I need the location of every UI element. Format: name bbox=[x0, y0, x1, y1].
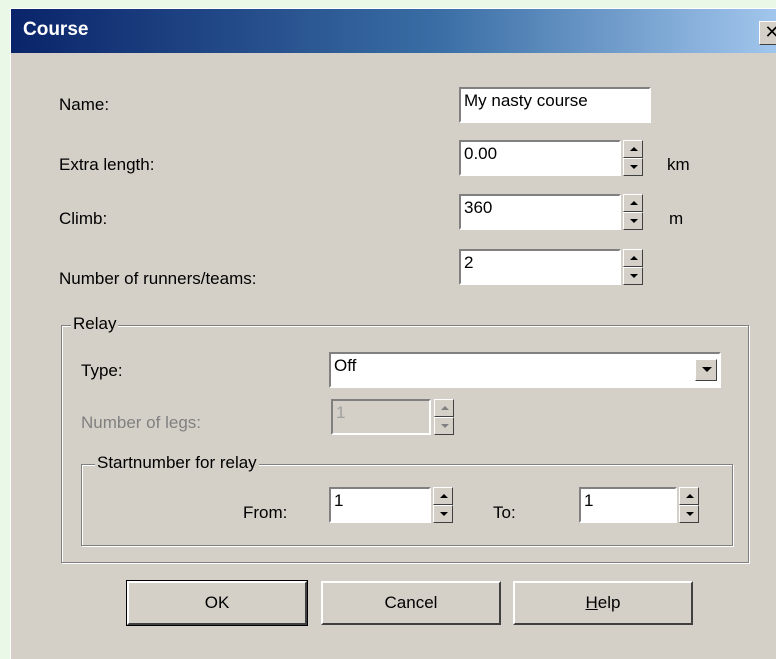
spin-up-button bbox=[434, 399, 454, 417]
runners-label: Number of runners/teams: bbox=[59, 269, 257, 288]
from-input[interactable]: 1 bbox=[329, 487, 431, 523]
to-input[interactable]: 1 bbox=[579, 487, 677, 523]
triangle-up-icon bbox=[686, 494, 694, 498]
window-title: Course bbox=[23, 19, 89, 40]
spin-down-button[interactable] bbox=[679, 505, 699, 523]
close-button[interactable]: ✕ bbox=[759, 21, 776, 45]
to-spinner[interactable] bbox=[679, 487, 699, 523]
runners-spinner[interactable] bbox=[623, 249, 643, 285]
triangle-up-icon bbox=[630, 147, 638, 151]
spin-up-button[interactable] bbox=[623, 194, 643, 212]
extra-length-spinner[interactable] bbox=[623, 140, 643, 176]
triangle-down-icon bbox=[630, 274, 638, 278]
cancel-button[interactable]: Cancel bbox=[321, 581, 501, 625]
name-label: Name: bbox=[59, 95, 110, 114]
course-dialog: Course ✕ Name: My nasty course Extra len… bbox=[10, 8, 776, 659]
close-icon: ✕ bbox=[764, 22, 776, 42]
ok-button[interactable]: OK bbox=[126, 580, 308, 626]
climb-unit: m bbox=[669, 209, 684, 228]
from-spinner[interactable] bbox=[433, 487, 453, 523]
spin-up-button[interactable] bbox=[623, 249, 643, 267]
relay-legs-input: 1 bbox=[331, 399, 431, 435]
extra-length-unit: km bbox=[667, 155, 690, 174]
runners-input[interactable]: 2 bbox=[459, 249, 621, 285]
help-button[interactable]: Help bbox=[513, 581, 693, 625]
triangle-down-icon bbox=[686, 512, 694, 516]
triangle-down-icon bbox=[630, 219, 638, 223]
relay-legs-spinner bbox=[434, 399, 454, 435]
to-label: To: bbox=[493, 503, 516, 522]
triangle-up-icon bbox=[440, 494, 448, 498]
relay-type-dropdown-button[interactable] bbox=[695, 359, 717, 381]
triangle-down-icon bbox=[630, 165, 638, 169]
spin-down-button[interactable] bbox=[433, 505, 453, 523]
relay-legs-label: Number of legs: bbox=[81, 413, 201, 432]
climb-spinner[interactable] bbox=[623, 194, 643, 230]
name-input[interactable]: My nasty course bbox=[459, 87, 651, 123]
help-label-rest: elp bbox=[597, 593, 621, 612]
help-accelerator: H bbox=[585, 593, 598, 612]
climb-input[interactable]: 360 bbox=[459, 194, 621, 230]
spin-down-button[interactable] bbox=[623, 267, 643, 285]
triangle-up-icon bbox=[441, 406, 449, 410]
from-label: From: bbox=[243, 503, 288, 522]
relay-type-label: Type: bbox=[81, 361, 123, 380]
chevron-down-icon bbox=[702, 367, 712, 372]
extra-length-label: Extra length: bbox=[59, 155, 155, 174]
spin-up-button[interactable] bbox=[679, 487, 699, 505]
spin-down-button[interactable] bbox=[623, 158, 643, 176]
triangle-up-icon bbox=[630, 201, 638, 205]
title-bar[interactable]: Course ✕ bbox=[11, 9, 776, 53]
triangle-up-icon bbox=[630, 256, 638, 260]
climb-label: Climb: bbox=[59, 209, 108, 228]
relay-type-value: Off bbox=[334, 356, 357, 375]
triangle-down-icon bbox=[440, 512, 448, 516]
startnumber-group-label: Startnumber for relay bbox=[95, 453, 259, 473]
extra-length-input[interactable]: 0.00 bbox=[459, 140, 621, 176]
relay-type-select[interactable]: Off bbox=[329, 352, 721, 388]
relay-group-label: Relay bbox=[71, 314, 119, 334]
spin-up-button[interactable] bbox=[623, 140, 643, 158]
triangle-down-icon bbox=[441, 424, 449, 428]
spin-down-button[interactable] bbox=[623, 212, 643, 230]
spin-down-button bbox=[434, 417, 454, 435]
spin-up-button[interactable] bbox=[433, 487, 453, 505]
